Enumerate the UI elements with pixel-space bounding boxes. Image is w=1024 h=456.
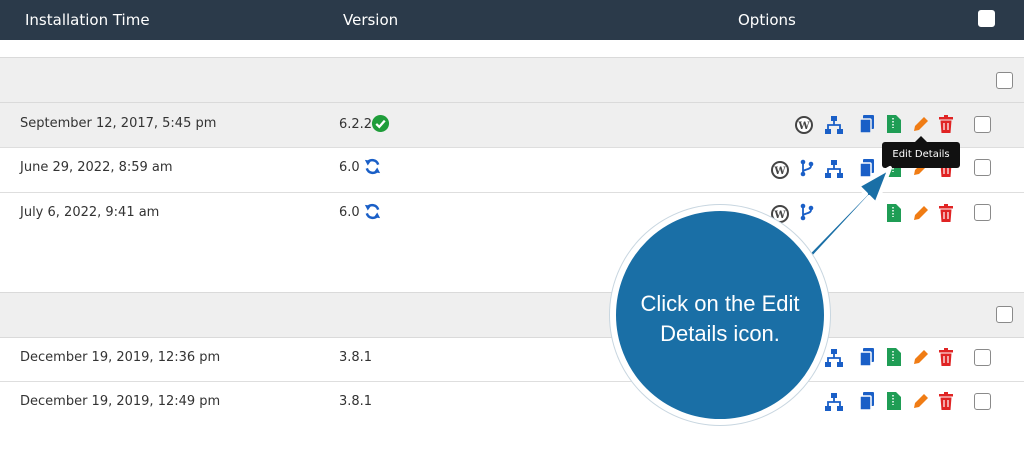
file-archive-icon[interactable] — [884, 347, 904, 367]
group-header-1 — [0, 57, 1024, 103]
callout-line-2: Details icon. — [660, 321, 780, 346]
table-row: December 19, 2019, 12:36 pm 3.8.1 — [0, 338, 1024, 382]
trash-icon[interactable] — [936, 203, 956, 223]
version-text: 3.8.1 — [339, 350, 373, 365]
group-2-checkbox[interactable] — [996, 306, 1013, 323]
file-archive-icon[interactable] — [884, 391, 904, 411]
row-checkbox[interactable] — [974, 349, 991, 366]
installation-date: December 19, 2019, 12:49 pm — [20, 394, 221, 409]
pencil-icon[interactable] — [911, 347, 931, 367]
select-all-checkbox[interactable] — [978, 10, 995, 27]
row-checkbox[interactable] — [974, 159, 991, 176]
installation-date: June 29, 2022, 8:59 am — [20, 160, 173, 175]
copy-icon[interactable] — [857, 347, 877, 367]
sync-icon[interactable] — [363, 202, 382, 221]
row-checkbox[interactable] — [974, 116, 991, 133]
sitemap-icon[interactable] — [824, 348, 844, 368]
sitemap-icon[interactable] — [824, 115, 844, 135]
pencil-icon[interactable] — [911, 203, 931, 223]
sync-icon[interactable] — [363, 157, 382, 176]
copy-icon[interactable] — [857, 391, 877, 411]
column-options: Options — [738, 11, 796, 29]
row-checkbox[interactable] — [974, 204, 991, 221]
version-text: 6.0 — [339, 205, 360, 220]
version-text: 3.8.1 — [339, 394, 373, 409]
group-1-checkbox[interactable] — [996, 72, 1013, 89]
row-checkbox[interactable] — [974, 393, 991, 410]
column-version: Version — [343, 11, 399, 29]
trash-icon[interactable] — [936, 347, 956, 367]
installation-date: September 12, 2017, 5:45 pm — [20, 116, 217, 131]
version-text: 6.0 — [339, 160, 360, 175]
pencil-icon[interactable] — [911, 114, 931, 134]
table-row: December 19, 2019, 12:49 pm 3.8.1 — [0, 382, 1024, 426]
installation-date: December 19, 2019, 12:36 pm — [20, 350, 221, 365]
trash-icon[interactable] — [936, 391, 956, 411]
check-circle-icon — [371, 114, 390, 133]
version-text: 6.2.2 — [339, 117, 373, 132]
svg-text:W: W — [797, 121, 810, 132]
table-header: Installation Time Version Options — [0, 0, 1024, 40]
wordpress-icon[interactable]: W — [794, 115, 814, 135]
installation-date: July 6, 2022, 9:41 am — [20, 205, 160, 220]
sitemap-icon[interactable] — [824, 392, 844, 412]
copy-icon[interactable] — [857, 114, 877, 134]
pencil-icon[interactable] — [911, 391, 931, 411]
column-installation-time: Installation Time — [25, 11, 150, 29]
group-header-2 — [0, 292, 1024, 338]
trash-icon[interactable] — [936, 114, 956, 134]
callout-line-1: Click on the Edit — [640, 291, 800, 316]
file-archive-icon[interactable] — [884, 114, 904, 134]
instruction-callout: Click on the Edit Details icon. — [610, 205, 830, 425]
table-row: September 12, 2017, 5:45 pm 6.2.2 W — [0, 103, 1024, 148]
